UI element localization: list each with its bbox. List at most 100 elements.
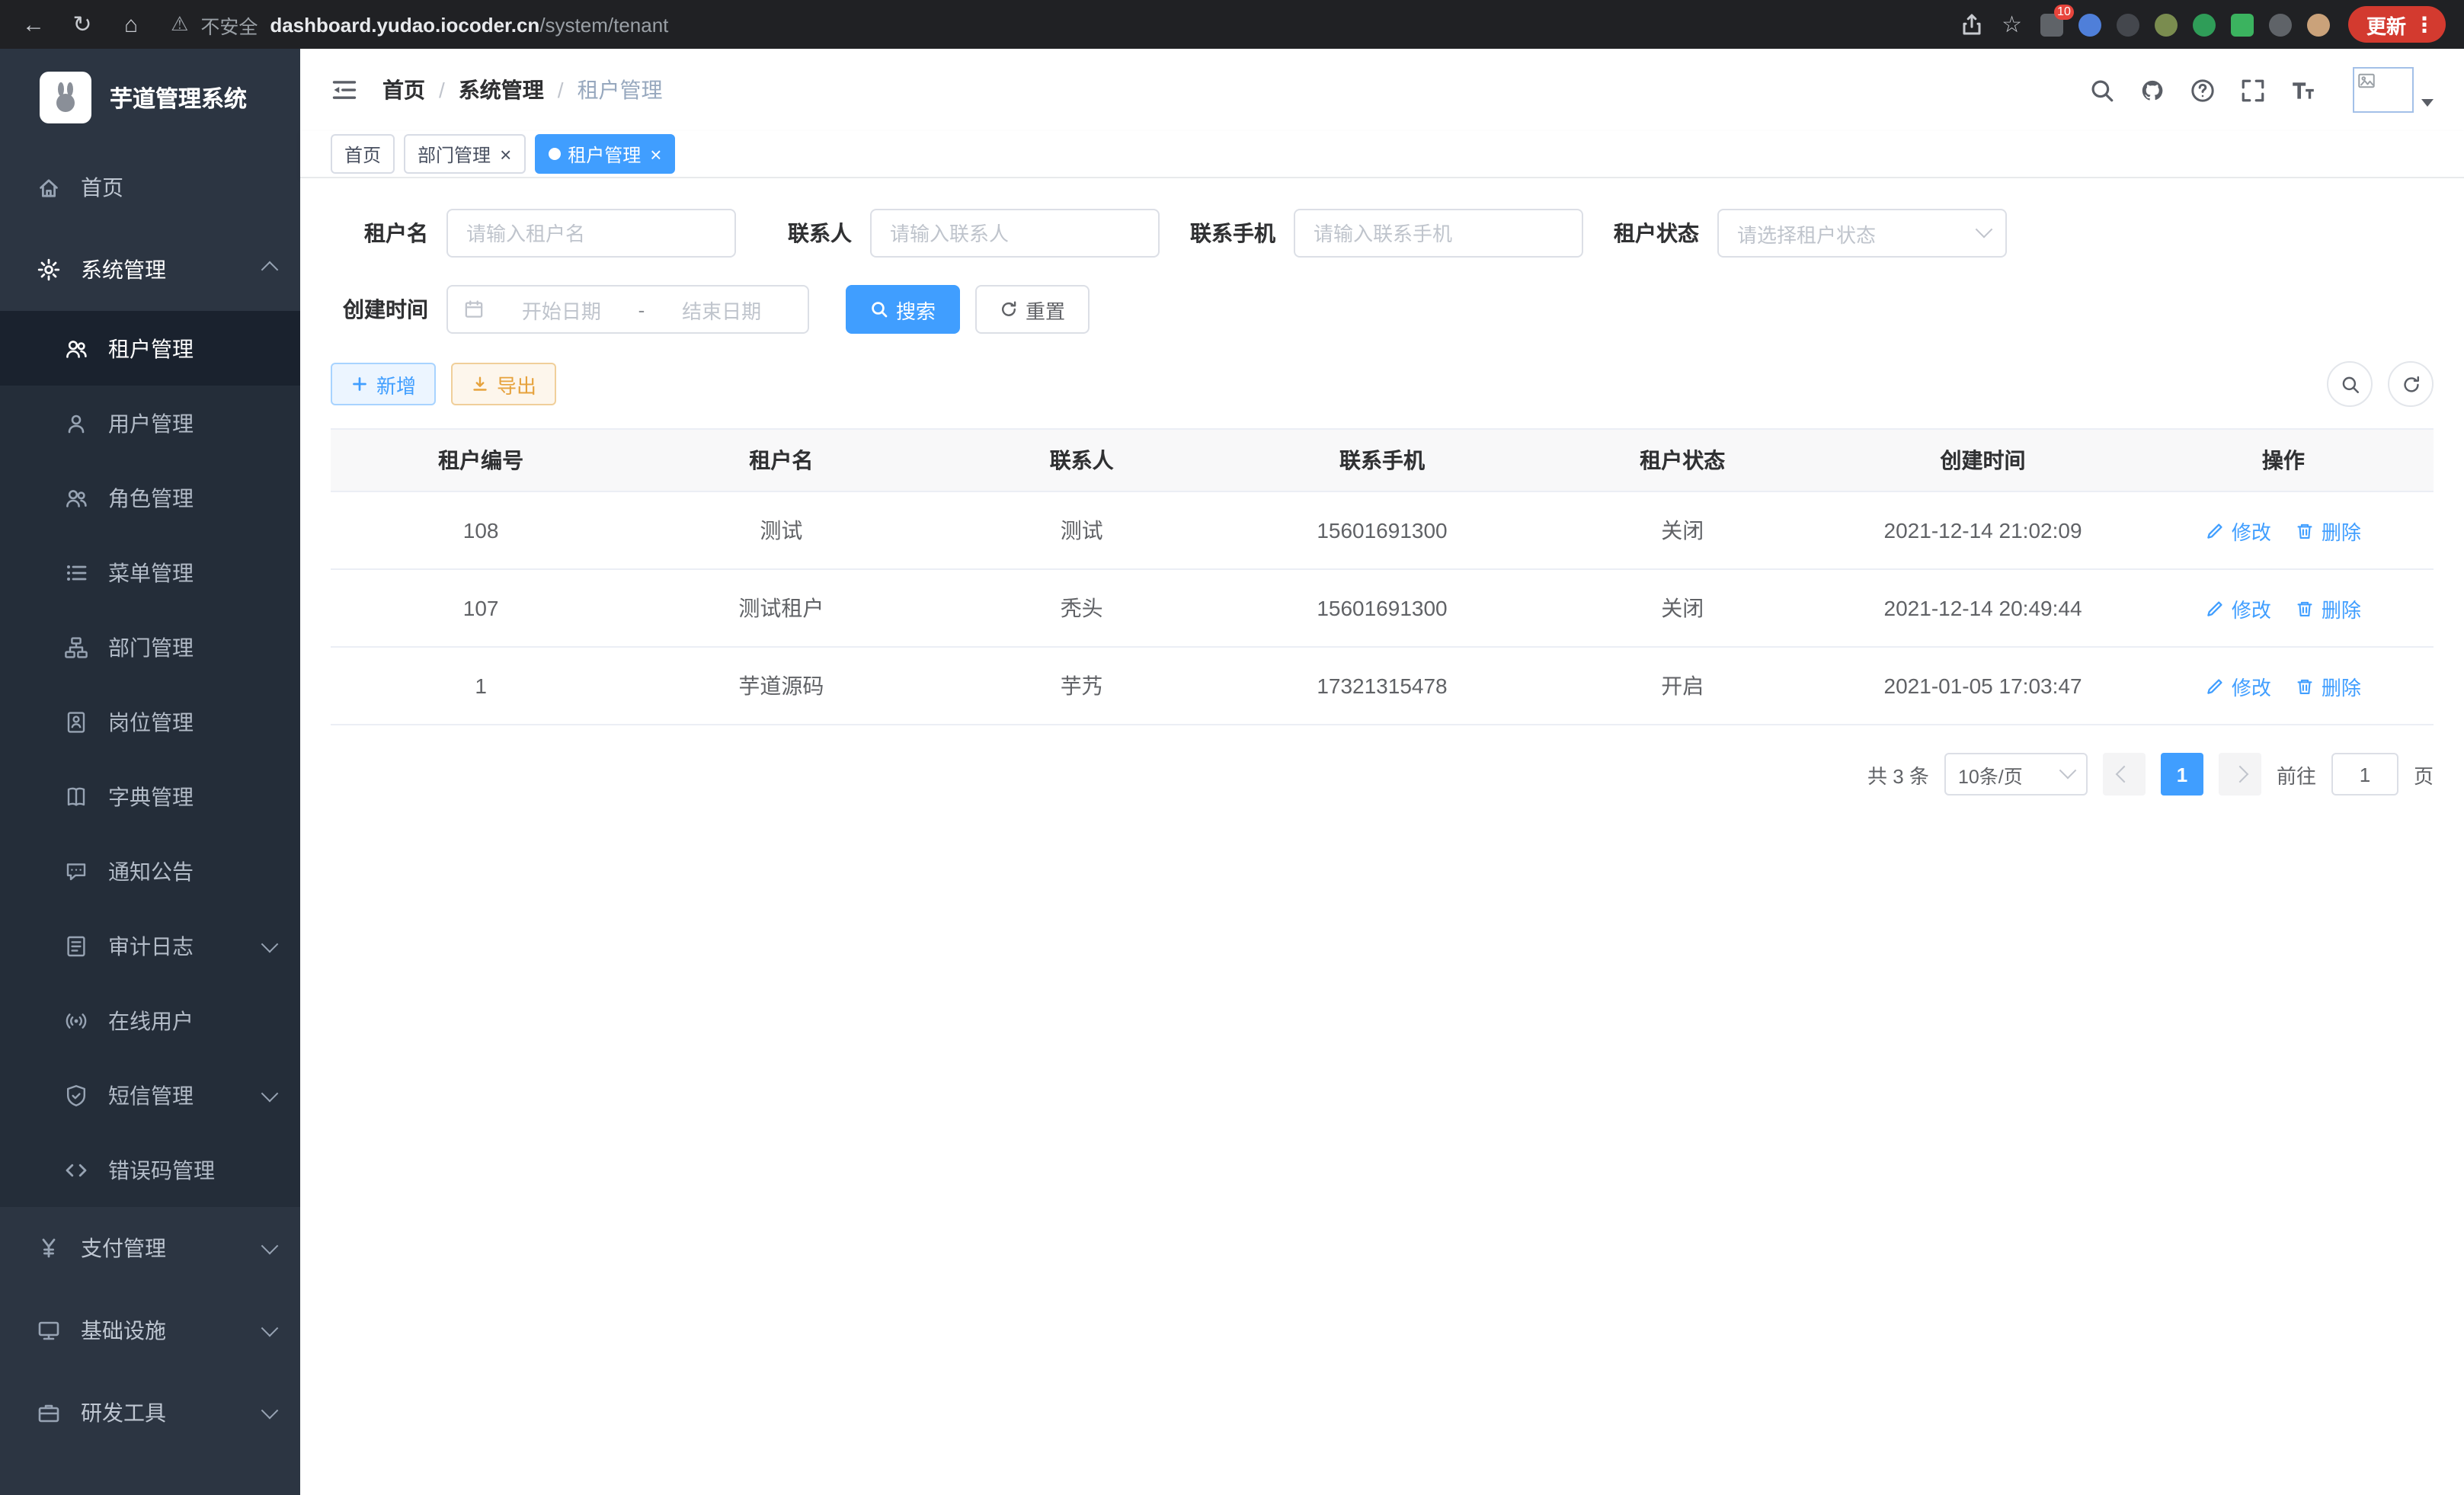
address-bar[interactable]: ⚠ 不安全 dashboard.yudao.iocoder.cn/system/… (165, 10, 1941, 39)
page-size-select[interactable]: 10条/页 (1944, 753, 2088, 796)
reset-button[interactable]: 重置 (975, 285, 1090, 334)
sidebar-item-infra[interactable]: 基础设施 (0, 1289, 300, 1372)
extension-icon-1[interactable]: 10 (2040, 13, 2063, 36)
url-domain: dashboard.yudao.iocoder.cn (270, 13, 539, 36)
export-button[interactable]: 导出 (451, 363, 556, 405)
sidebar-item-user[interactable]: 用户管理 (0, 386, 300, 460)
extension-icon-2[interactable] (2078, 13, 2101, 36)
goto-page-input[interactable] (2331, 753, 2398, 796)
fullscreen-icon[interactable] (2240, 77, 2266, 103)
page-number-button[interactable]: 1 (2161, 753, 2203, 796)
extension-icon-7[interactable] (2269, 13, 2292, 36)
search-button[interactable]: 搜索 (846, 285, 960, 334)
chevron-down-icon (264, 1407, 276, 1419)
sidebar-item-label: 首页 (81, 172, 276, 203)
add-button-label: 新增 (376, 370, 416, 399)
close-tab-icon[interactable]: × (500, 144, 511, 164)
breadcrumb-item[interactable]: 系统管理 (459, 75, 544, 105)
profile-avatar-icon[interactable] (2307, 13, 2330, 36)
goto-label: 前往 (2277, 760, 2316, 789)
sidebar-item-system[interactable]: 系统管理 (0, 229, 300, 311)
edit-button[interactable]: 修改 (2206, 671, 2271, 700)
sidebar-item-online-user[interactable]: 在线用户 (0, 983, 300, 1058)
extension-icon-6[interactable] (2231, 13, 2254, 36)
github-icon[interactable] (2139, 77, 2165, 103)
update-button[interactable]: 更新 ⋮ (2348, 6, 2446, 43)
sidebar-item-pay[interactable]: 支付管理 (0, 1207, 300, 1289)
cell-id: 1 (331, 647, 631, 725)
extension-icon-3[interactable] (2117, 13, 2139, 36)
table-row: 107测试租户秃头15601691300关闭2021-12-14 20:49:4… (331, 569, 2434, 647)
tab-home[interactable]: 首页 (331, 134, 395, 174)
sidebar-item-dict[interactable]: 字典管理 (0, 759, 300, 834)
role-icon (64, 485, 88, 510)
sidebar-item-error-code[interactable]: 错误码管理 (0, 1132, 300, 1207)
tab-tenant[interactable]: 租户管理× (534, 134, 675, 174)
sidebar-item-menu[interactable]: 菜单管理 (0, 535, 300, 610)
browser-chrome: ← ↻ ⌂ ⚠ 不安全 dashboard.yudao.iocoder.cn/s… (0, 0, 2464, 49)
sidebar-item-label: 审计日志 (108, 930, 254, 961)
sidebar-item-devtools[interactable]: 研发工具 (0, 1372, 300, 1454)
sidebar-item-home[interactable]: 首页 (0, 146, 300, 229)
close-tab-icon[interactable]: × (650, 144, 661, 164)
security-label[interactable]: 不安全 (200, 10, 258, 39)
sidebar-item-notice[interactable]: 通知公告 (0, 834, 300, 908)
table-toolbar: 新增 导出 (331, 361, 2434, 407)
sidebar-item-dept[interactable]: 部门管理 (0, 610, 300, 684)
field-tenant-name: 租户名 (331, 209, 736, 258)
browser-home-icon[interactable]: ⌂ (116, 11, 146, 37)
extension-icon-5[interactable] (2193, 13, 2216, 36)
chevron-down-icon (264, 1242, 276, 1254)
date-range-input[interactable]: 开始日期 - 结束日期 (446, 285, 809, 334)
delete-button[interactable]: 删除 (2296, 671, 2361, 700)
cell-status: 关闭 (1532, 569, 1832, 647)
reload-icon[interactable]: ↻ (67, 11, 98, 38)
tenant-name-input[interactable] (446, 209, 736, 258)
search-icon[interactable] (2089, 77, 2115, 103)
post-icon (64, 709, 88, 734)
sidebar-item-tenant[interactable]: 租户管理 (0, 311, 300, 386)
user-avatar[interactable] (2353, 67, 2434, 113)
sidebar-item-label: 研发工具 (81, 1397, 254, 1428)
calendar-icon (463, 299, 485, 320)
bookmark-star-icon[interactable]: ☆ (2002, 11, 2022, 38)
breadcrumb-item[interactable]: 首页 (382, 75, 425, 105)
hamburger-fold-icon[interactable] (331, 76, 358, 104)
chevron-down-icon (2059, 761, 2077, 779)
prev-page-button[interactable] (2103, 753, 2146, 796)
delete-button[interactable]: 删除 (2296, 516, 2361, 545)
add-button[interactable]: 新增 (331, 363, 436, 405)
back-icon[interactable]: ← (18, 11, 49, 37)
cell-status: 关闭 (1532, 491, 1832, 569)
breadcrumb-separator: / (558, 78, 564, 102)
tenant-name-label: 租户名 (331, 218, 428, 248)
next-page-button[interactable] (2219, 753, 2261, 796)
delete-button[interactable]: 删除 (2296, 594, 2361, 623)
cell-contact: 测试 (932, 491, 1232, 569)
sidebar-item-audit-log[interactable]: 审计日志 (0, 908, 300, 983)
phone-input[interactable] (1294, 209, 1583, 258)
breadcrumb-item: 租户管理 (578, 75, 663, 105)
sidebar-item-role[interactable]: 角色管理 (0, 460, 300, 535)
hide-search-button[interactable] (2327, 361, 2373, 407)
sidebar-item-post[interactable]: 岗位管理 (0, 684, 300, 759)
contact-input[interactable] (870, 209, 1160, 258)
table-body: 108测试测试15601691300关闭2021-12-14 21:02:09修… (331, 491, 2434, 725)
total-count-label: 共 3 条 (1867, 760, 1929, 789)
sidebar-item-sms[interactable]: 短信管理 (0, 1058, 300, 1132)
edit-button[interactable]: 修改 (2206, 516, 2271, 545)
log-icon (64, 933, 88, 958)
font-size-icon[interactable] (2290, 77, 2316, 103)
edit-label: 修改 (2232, 671, 2271, 700)
browser-menu-dots-icon[interactable]: ⋮ (2414, 11, 2435, 37)
share-icon[interactable] (1959, 12, 1983, 37)
plus-icon (350, 375, 369, 393)
extension-icon-4[interactable] (2155, 13, 2178, 36)
column-header: 创建时间 (1832, 429, 2133, 491)
status-select[interactable]: 请选择租户状态 (1717, 209, 2007, 258)
help-question-icon[interactable] (2190, 77, 2216, 103)
tab-dept[interactable]: 部门管理× (404, 134, 525, 174)
refresh-table-button[interactable] (2388, 361, 2434, 407)
edit-button[interactable]: 修改 (2206, 594, 2271, 623)
app-logo[interactable]: 芋道管理系统 (0, 49, 300, 146)
